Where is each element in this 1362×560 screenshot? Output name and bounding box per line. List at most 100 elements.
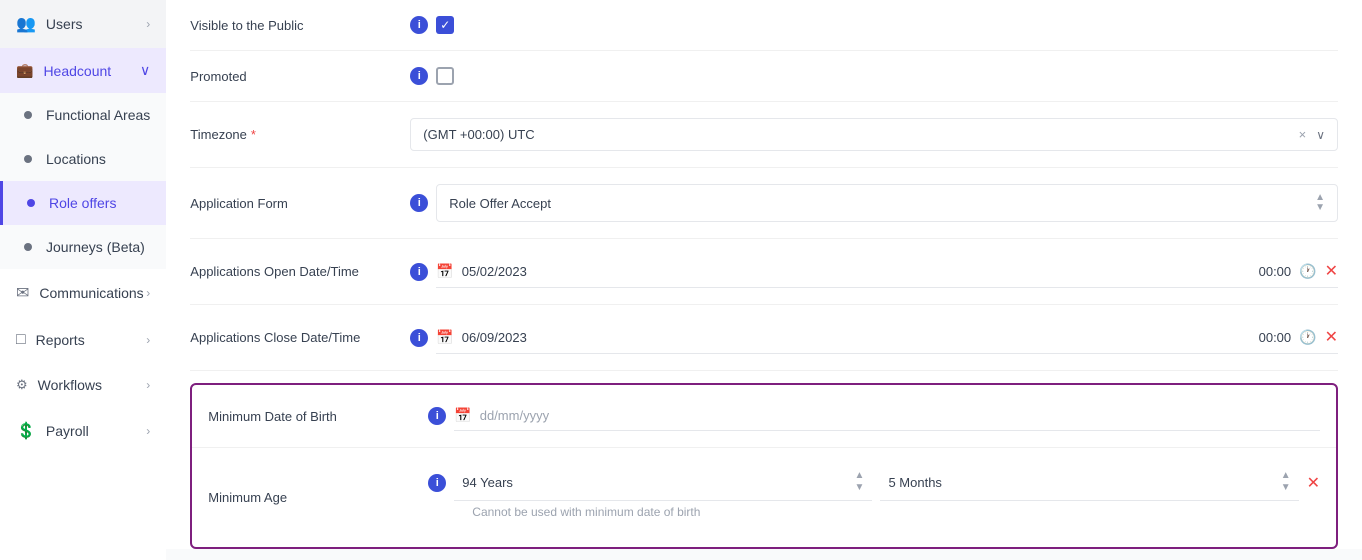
sidebar-label: Workflows (38, 377, 102, 393)
info-icon[interactable]: i (410, 67, 428, 85)
form-area: Visible to the Public i Promoted i Timez… (166, 0, 1362, 549)
applications-close-row: Applications Close Date/Time i 📅 06/09/2… (190, 305, 1338, 371)
info-icon[interactable]: i (428, 474, 446, 492)
calendar-icon: 📅 (436, 263, 453, 280)
arrow-up-icon: ▲ (855, 470, 865, 482)
clear-open-date-icon[interactable]: ✕ (1325, 261, 1338, 281)
sidebar-item-locations[interactable]: Locations (0, 137, 166, 181)
promoted-row: Promoted i (190, 51, 1338, 102)
min-dob-row: Minimum Date of Birth i 📅 dd/mm/yyyy (192, 385, 1336, 448)
min-age-control: i 94 Years ▲ ▼ 5 Months ▲ (428, 464, 1320, 531)
sidebar: 👥 Users › 💼 Headcount ∨ Functional Areas… (0, 0, 166, 560)
sidebar-label: Locations (46, 151, 106, 167)
arrow-down-icon: ▼ (1281, 482, 1291, 494)
chevron-down-icon[interactable]: ∨ (1316, 128, 1325, 142)
sidebar-label: Role offers (49, 195, 116, 211)
sidebar-label: Reports (36, 332, 85, 348)
applications-open-row: Applications Open Date/Time i 📅 05/02/20… (190, 239, 1338, 305)
dot-icon (27, 199, 35, 207)
promoted-checkbox[interactable] (436, 67, 454, 85)
chevron-right-icon: › (146, 286, 150, 300)
required-marker: * (251, 127, 256, 142)
sidebar-item-functional-areas[interactable]: Functional Areas (0, 93, 166, 137)
sidebar-item-role-offers[interactable]: Role offers (0, 181, 166, 225)
applications-open-date-input: 📅 05/02/2023 00:00 🕐 ✕ (436, 255, 1338, 288)
arrow-down-icon: ▼ (1315, 203, 1325, 213)
clock-icon[interactable]: 🕐 (1299, 263, 1316, 280)
applications-close-time[interactable]: 00:00 (1259, 330, 1292, 345)
visible-to-public-checkbox[interactable] (436, 16, 454, 34)
reports-icon: □ (16, 331, 26, 349)
sidebar-label: Users (46, 16, 83, 32)
applications-open-label: Applications Open Date/Time (190, 264, 410, 279)
dot-icon (24, 243, 32, 251)
workflows-icon: ⚙ (16, 377, 28, 393)
sidebar-item-journeys[interactable]: Journeys (Beta) (0, 225, 166, 269)
main-content: Visible to the Public i Promoted i Timez… (166, 0, 1362, 560)
application-form-control: i Role Offer Accept ▲ ▼ (410, 184, 1338, 222)
min-dob-placeholder: dd/mm/yyyy (480, 408, 1320, 423)
application-form-value: Role Offer Accept (449, 196, 551, 211)
min-age-months-select[interactable]: 5 Months ▲ ▼ (880, 464, 1298, 501)
timezone-control: (GMT +00:00) UTC × ∨ (410, 118, 1338, 151)
headcount-icon: 💼 (16, 62, 33, 79)
sidebar-label: Communications (39, 285, 143, 301)
highlighted-age-section: Minimum Date of Birth i 📅 dd/mm/yyyy Min… (190, 383, 1338, 549)
arrow-up-icon: ▲ (1281, 470, 1291, 482)
application-form-label: Application Form (190, 196, 410, 211)
sidebar-item-reports[interactable]: □ Reports › (0, 317, 166, 363)
min-age-hint: Cannot be used with minimum date of birt… (428, 505, 716, 531)
users-icon: 👥 (16, 14, 36, 34)
min-age-months-value: 5 Months (888, 475, 941, 490)
calendar-icon: 📅 (436, 329, 453, 346)
info-icon[interactable]: i (410, 263, 428, 281)
application-form-row: Application Form i Role Offer Accept ▲ ▼ (190, 168, 1338, 239)
sidebar-item-payroll[interactable]: 💲 Payroll › (0, 407, 166, 455)
sidebar-item-users[interactable]: 👥 Users › (0, 0, 166, 48)
clock-icon[interactable]: 🕐 (1299, 329, 1316, 346)
min-age-row: Minimum Age i 94 Years ▲ ▼ 5 M (192, 448, 1336, 547)
min-age-years-select[interactable]: 94 Years ▲ ▼ (454, 464, 872, 501)
sidebar-label: Functional Areas (46, 107, 150, 123)
clear-timezone-icon[interactable]: × (1299, 127, 1307, 142)
timezone-select[interactable]: (GMT +00:00) UTC × ∨ (410, 118, 1338, 151)
sidebar-sub-headcount: Functional Areas Locations Role offers J… (0, 93, 166, 269)
visible-to-public-label: Visible to the Public (190, 18, 410, 33)
sidebar-item-communications[interactable]: ✉ Communications › (0, 269, 166, 317)
sidebar-label: Headcount (43, 63, 111, 79)
timezone-label: Timezone * (190, 127, 410, 142)
applications-close-control: i 📅 06/09/2023 00:00 🕐 ✕ (410, 321, 1338, 354)
chevron-right-icon: › (146, 378, 150, 392)
chevron-right-icon: › (146, 424, 150, 438)
sidebar-label: Journeys (Beta) (46, 239, 145, 255)
applications-open-time[interactable]: 00:00 (1259, 264, 1292, 279)
info-icon[interactable]: i (428, 407, 446, 425)
info-icon[interactable]: i (410, 16, 428, 34)
applications-open-control: i 📅 05/02/2023 00:00 🕐 ✕ (410, 255, 1338, 288)
sidebar-item-workflows[interactable]: ⚙ Workflows › (0, 363, 166, 407)
min-age-years-value: 94 Years (462, 475, 513, 490)
info-icon[interactable]: i (410, 329, 428, 347)
visible-to-public-control: i (410, 16, 1338, 34)
payroll-icon: 💲 (16, 421, 36, 441)
sidebar-item-headcount[interactable]: 💼 Headcount ∨ (0, 48, 166, 93)
applications-close-date-input: 📅 06/09/2023 00:00 🕐 ✕ (436, 321, 1338, 354)
dot-icon (24, 111, 32, 119)
timezone-value: (GMT +00:00) UTC (423, 127, 534, 142)
applications-open-date[interactable]: 05/02/2023 (462, 264, 852, 279)
dot-icon (24, 155, 32, 163)
chevron-down-icon: ∨ (140, 62, 150, 79)
min-dob-input[interactable]: 📅 dd/mm/yyyy (454, 401, 1320, 431)
min-age-label: Minimum Age (208, 490, 428, 505)
info-icon[interactable]: i (410, 194, 428, 212)
promoted-label: Promoted (190, 69, 410, 84)
applications-close-label: Applications Close Date/Time (190, 330, 410, 345)
clear-min-age-icon[interactable]: ✕ (1307, 473, 1320, 493)
communications-icon: ✉ (16, 283, 29, 303)
application-form-select[interactable]: Role Offer Accept ▲ ▼ (436, 184, 1338, 222)
clear-close-date-icon[interactable]: ✕ (1325, 327, 1338, 347)
promoted-control: i (410, 67, 1338, 85)
sidebar-label: Payroll (46, 423, 89, 439)
min-dob-label: Minimum Date of Birth (208, 409, 428, 424)
applications-close-date[interactable]: 06/09/2023 (462, 330, 852, 345)
